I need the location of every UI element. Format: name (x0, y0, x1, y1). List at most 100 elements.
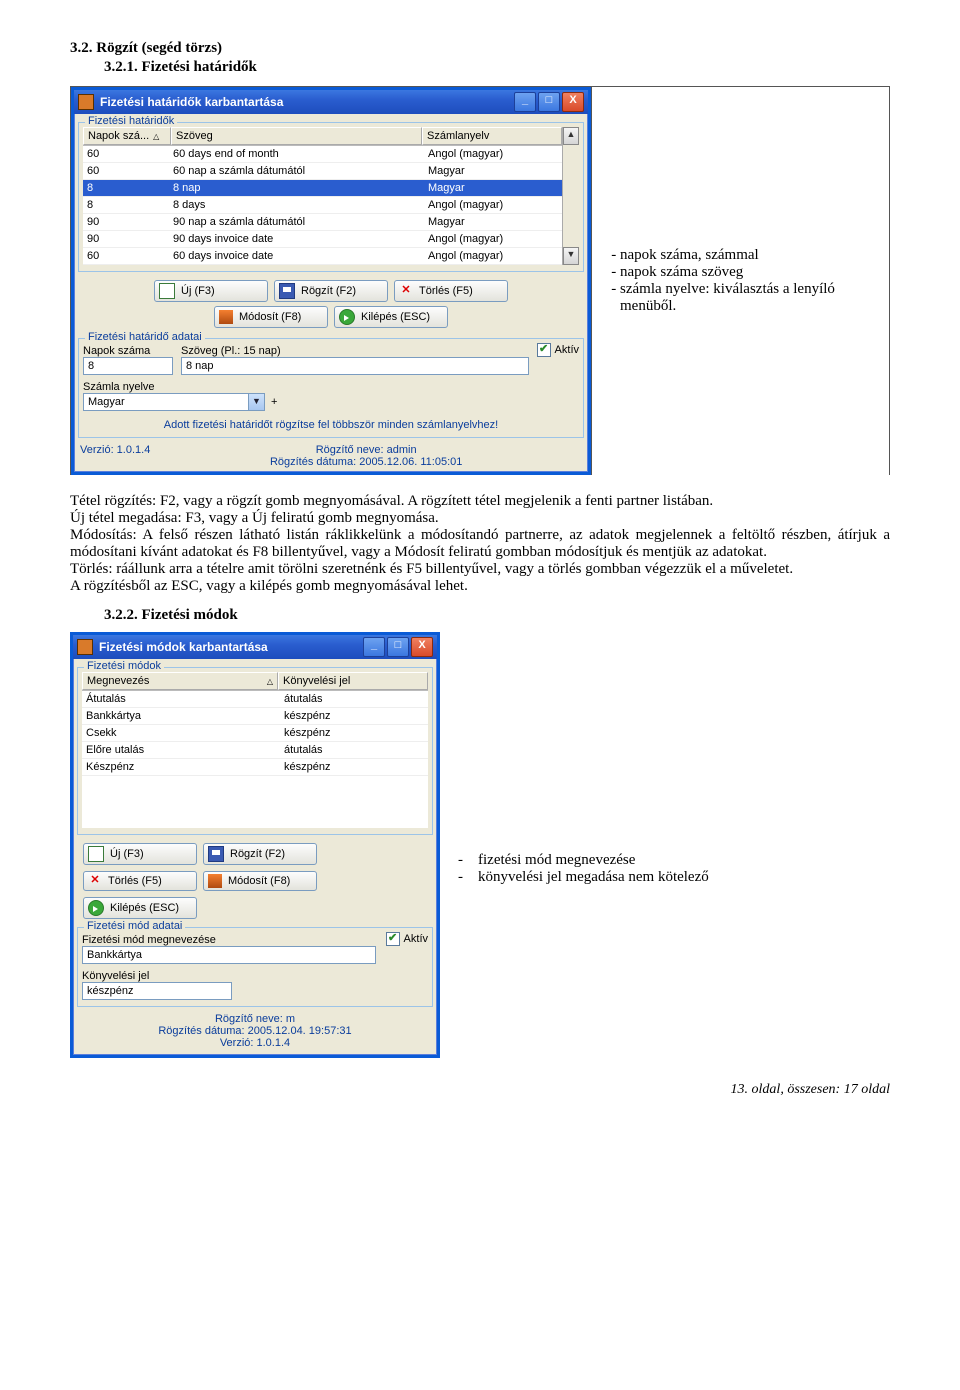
input-kjel[interactable]: készpénz (82, 982, 232, 1000)
side1-item: napok száma, számmal (620, 247, 879, 264)
heading-3-2: 3.2. Rögzít (segéd törzs) (70, 40, 890, 57)
para-p3: Módosítás: A felső részen látható listán… (70, 527, 890, 561)
input-napok[interactable]: 8 (83, 357, 173, 375)
para-p2: Új tétel megadása: F3, vagy a Új felirat… (70, 510, 890, 527)
grid-header: Napok szá... △ Szöveg Számlanyelv (83, 127, 562, 146)
close-button[interactable]: X (411, 637, 433, 657)
table-row[interactable]: Előre utalásátutalás (82, 742, 428, 759)
save-label: Rögzít (F2) (230, 848, 285, 860)
select-nyelv[interactable]: Magyar ▼ (83, 393, 265, 411)
status-user: Rögzítő neve: admin (150, 444, 582, 456)
toolbar-row2: Módosít (F8) Kilépés (ESC) (74, 306, 588, 332)
label-nyelv: Számla nyelve (83, 381, 579, 393)
table-row[interactable]: 6060 days invoice dateAngol (magyar) (83, 248, 562, 265)
delete-label: Törlés (F5) (419, 285, 473, 297)
app-icon (78, 94, 94, 110)
edit-button[interactable]: Módosít (F8) (214, 306, 328, 328)
label-megnevezes: Fizetési mód megnevezése (82, 934, 376, 946)
group-legend: Fizetési határidők (85, 115, 177, 127)
status-user-2: Rögzítő neve: m (77, 1013, 433, 1025)
exit-icon (339, 309, 355, 325)
status-version: Verzió: 1.0.1.4 (80, 444, 150, 468)
label-aktiv: Aktív (555, 344, 579, 356)
status-date-2: Rögzítés dátuma: 2005.12.04. 19:57:31 (77, 1025, 433, 1037)
minimize-button[interactable]: _ (514, 92, 536, 112)
col-napok[interactable]: Napok szá... (88, 130, 149, 142)
table-row[interactable]: Készpénzkészpénz (82, 759, 428, 776)
sort-icon: △ (267, 677, 273, 686)
edit-label: Módosít (F8) (239, 311, 301, 323)
para-p5: A rögzítésből az ESC, vagy a kilépés gom… (70, 578, 890, 595)
table-row[interactable]: 6060 days end of monthAngol (magyar) (83, 146, 562, 163)
check-icon: ✔ (386, 932, 400, 946)
save-button[interactable]: Rögzít (F2) (203, 843, 317, 865)
delete-icon: ✕ (88, 874, 102, 888)
edit-icon (208, 874, 222, 888)
delete-button[interactable]: ✕Törlés (F5) (394, 280, 508, 302)
label-napok: Napok száma (83, 345, 173, 357)
heading-3-2-2: 3.2.2. Fizetési módok (104, 607, 890, 624)
plus-label: + (271, 396, 277, 408)
group-fizetesi-modok: Fizetési módok Megnevezés △ Könyvelési j… (77, 667, 433, 835)
maximize-button[interactable]: □ (387, 637, 409, 657)
new-icon (88, 846, 104, 862)
delete-label: Törlés (F5) (108, 875, 162, 887)
label-aktiv-2: Aktív (404, 933, 428, 945)
col-szamlanyelv[interactable]: Számlanyelv (422, 127, 562, 145)
scroll-up-icon[interactable]: ▲ (563, 127, 579, 145)
side1-item: számla nyelve: kiválasztás a lenyíló men… (620, 281, 879, 315)
table-row[interactable]: Átutalásátutalás (82, 691, 428, 708)
table-row[interactable]: 9090 days invoice dateAngol (magyar) (83, 231, 562, 248)
edit-icon (219, 310, 233, 324)
exit-button[interactable]: Kilépés (ESC) (83, 897, 197, 919)
table-row[interactable]: Csekkkészpénz (82, 725, 428, 742)
group-legend: Fizetési módok (84, 660, 164, 672)
side2-item: - könyvelési jel megadása nem kötelező (458, 869, 709, 886)
grid-body-2[interactable]: ÁtutalásátutalásBankkártyakészpénzCsekkk… (82, 691, 428, 776)
new-label: Új (F3) (181, 285, 215, 297)
maximize-button[interactable]: □ (538, 92, 560, 112)
save-label: Rögzít (F2) (301, 285, 356, 297)
label-kjel: Könyvelési jel (82, 970, 428, 982)
edit-label: Módosít (F8) (228, 875, 290, 887)
new-button[interactable]: Új (F3) (83, 843, 197, 865)
table-row[interactable]: 6060 nap a számla dátumátólMagyar (83, 163, 562, 180)
sort-icon: △ (153, 132, 159, 141)
paragraph-block: Tétel rögzítés: F2, vagy a rögzít gomb m… (70, 493, 890, 595)
side1-item: napok száma szöveg (620, 264, 879, 281)
minimize-button[interactable]: _ (363, 637, 385, 657)
toolbar-2: Új (F3) Rögzít (F2) ✕ Törlés (F5) Módosít… (73, 839, 437, 923)
table-row[interactable]: 88 daysAngol (magyar) (83, 197, 562, 214)
table-row[interactable]: 88 napMagyar (83, 180, 562, 197)
save-button[interactable]: Rögzít (F2) (274, 280, 388, 302)
save-icon (279, 283, 295, 299)
status-date: Rögzítés dátuma: 2005.12.06. 11:05:01 (150, 456, 582, 468)
group-fizetesi-hataridok: Fizetési határidők Napok szá... △ Szöveg… (78, 122, 584, 272)
input-szoveg[interactable]: 8 nap (181, 357, 529, 375)
table-row[interactable]: 9090 nap a számla dátumátólMagyar (83, 214, 562, 231)
col-megnevezes[interactable]: Megnevezés (87, 675, 149, 687)
input-megnevezes[interactable]: Bankkártya (82, 946, 376, 964)
delete-button[interactable]: ✕ Törlés (F5) (83, 871, 197, 891)
exit-icon (88, 900, 104, 916)
scrollbar[interactable]: ▲ ▼ (562, 127, 579, 265)
col-szoveg[interactable]: Szöveg (171, 127, 422, 145)
scroll-down-icon[interactable]: ▼ (563, 247, 579, 265)
side-text-1: napok száma, számmal napok száma szöveg … (591, 87, 889, 475)
hint-szoveg: (Pl.: 15 nap) (221, 345, 281, 357)
edit-button[interactable]: Módosít (F8) (203, 871, 317, 891)
exit-button[interactable]: Kilépés (ESC) (334, 306, 448, 328)
page-footer: 13. oldal, összesen: 17 oldal (70, 1082, 890, 1098)
titlebar: Fizetési határidők karbantartása _ □ X (74, 90, 588, 114)
checkbox-aktiv[interactable]: ✔ Aktív (537, 343, 579, 357)
close-button[interactable]: X (562, 92, 584, 112)
col-konyvelesi-jel[interactable]: Könyvelési jel (278, 672, 428, 690)
new-icon (159, 283, 175, 299)
exit-label: Kilépés (ESC) (361, 311, 430, 323)
new-button[interactable]: Új (F3) (154, 280, 268, 302)
table-row[interactable]: Bankkártyakészpénz (82, 708, 428, 725)
check-icon: ✔ (537, 343, 551, 357)
grid-body[interactable]: 6060 days end of monthAngol (magyar)6060… (83, 146, 562, 265)
titlebar-2: Fizetési módok karbantartása _ □ X (73, 635, 437, 659)
checkbox-aktiv-2[interactable]: ✔ Aktív (386, 932, 428, 946)
